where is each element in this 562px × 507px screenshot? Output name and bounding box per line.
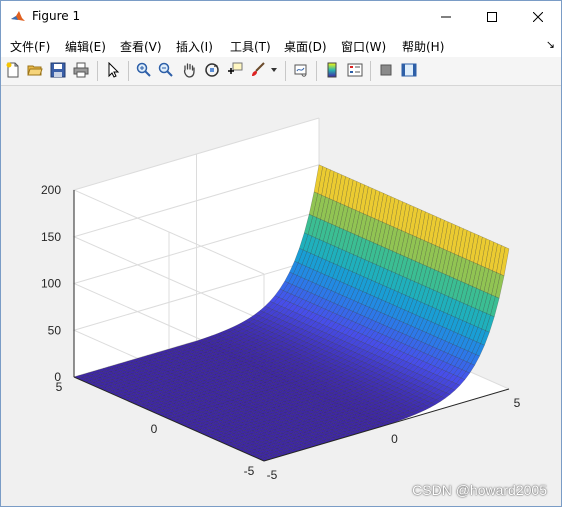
y-tick-label: -5 <box>244 464 255 478</box>
pan-hand-icon[interactable] <box>179 60 199 80</box>
figure-toolbar <box>1 57 561 86</box>
zoom-out-icon[interactable] <box>156 60 176 80</box>
hide-plot-tools-icon[interactable] <box>376 60 396 80</box>
toolbar-separator <box>128 61 129 81</box>
x-tick-label: -5 <box>267 468 278 482</box>
close-icon <box>533 11 543 22</box>
minimize-icon <box>441 16 451 17</box>
zoom-in-icon[interactable] <box>134 60 154 80</box>
toolbar-separator <box>370 61 371 81</box>
data-cursor-icon[interactable] <box>225 60 245 80</box>
x-tick-label: 5 <box>514 396 521 410</box>
y-tick-label: 0 <box>151 422 158 436</box>
brush-dropdown-icon[interactable] <box>269 60 279 80</box>
z-tick-label: 50 <box>48 323 62 337</box>
y-tick-label: 5 <box>56 380 63 394</box>
matlab-logo-icon <box>10 9 26 25</box>
print-icon[interactable] <box>71 60 91 80</box>
z-tick-label: 150 <box>41 230 61 244</box>
title-bar[interactable]: Figure 1 <box>1 1 561 32</box>
menu-window[interactable]: 窗口(W) <box>341 38 386 55</box>
menu-tools[interactable]: 工具(T) <box>230 38 271 55</box>
window-title: Figure 1 <box>32 9 81 23</box>
minimize-button[interactable] <box>423 1 469 32</box>
menu-help[interactable]: 帮助(H) <box>402 38 444 55</box>
new-figure-icon[interactable] <box>3 60 23 80</box>
rotate-3d-icon[interactable] <box>202 60 222 80</box>
figure-window: Figure 1 文件(F) 编辑(E) 查看(V) 插入(I) 工具(T) 桌… <box>0 0 562 507</box>
open-file-icon[interactable] <box>25 60 45 80</box>
link-plot-icon[interactable] <box>291 60 311 80</box>
save-icon[interactable] <box>48 60 68 80</box>
show-plot-tools-icon[interactable] <box>399 60 419 80</box>
maximize-icon <box>487 11 497 22</box>
menu-file[interactable]: 文件(F) <box>10 38 50 55</box>
menu-dock-arrow-icon[interactable]: ↘ <box>546 38 555 51</box>
menu-edit[interactable]: 编辑(E) <box>65 38 106 55</box>
toolbar-separator <box>285 61 286 81</box>
colorbar-icon[interactable] <box>322 60 342 80</box>
x-tick-label: 0 <box>391 432 398 446</box>
figure-canvas[interactable]: 0 50 100 150 200 -5 0 5 -5 0 5 <box>1 86 561 506</box>
z-tick-label: 200 <box>41 183 61 197</box>
brush-icon[interactable] <box>248 60 268 80</box>
toolbar-separator <box>316 61 317 81</box>
menu-bar: 文件(F) 编辑(E) 查看(V) 插入(I) 工具(T) 桌面(D) 窗口(W… <box>1 32 561 57</box>
pointer-icon[interactable] <box>103 60 123 80</box>
z-tick-label: 100 <box>41 277 61 291</box>
close-button[interactable] <box>515 1 561 32</box>
menu-insert[interactable]: 插入(I) <box>176 38 213 55</box>
maximize-button[interactable] <box>469 1 515 32</box>
toolbar-separator <box>97 61 98 81</box>
watermark: CSDN @howard2005 <box>412 482 547 498</box>
menu-view[interactable]: 查看(V) <box>120 38 162 55</box>
menu-desktop[interactable]: 桌面(D) <box>284 38 327 55</box>
legend-icon[interactable] <box>345 60 365 80</box>
surface-plot[interactable]: 050100150200-505-505 <box>1 86 561 506</box>
